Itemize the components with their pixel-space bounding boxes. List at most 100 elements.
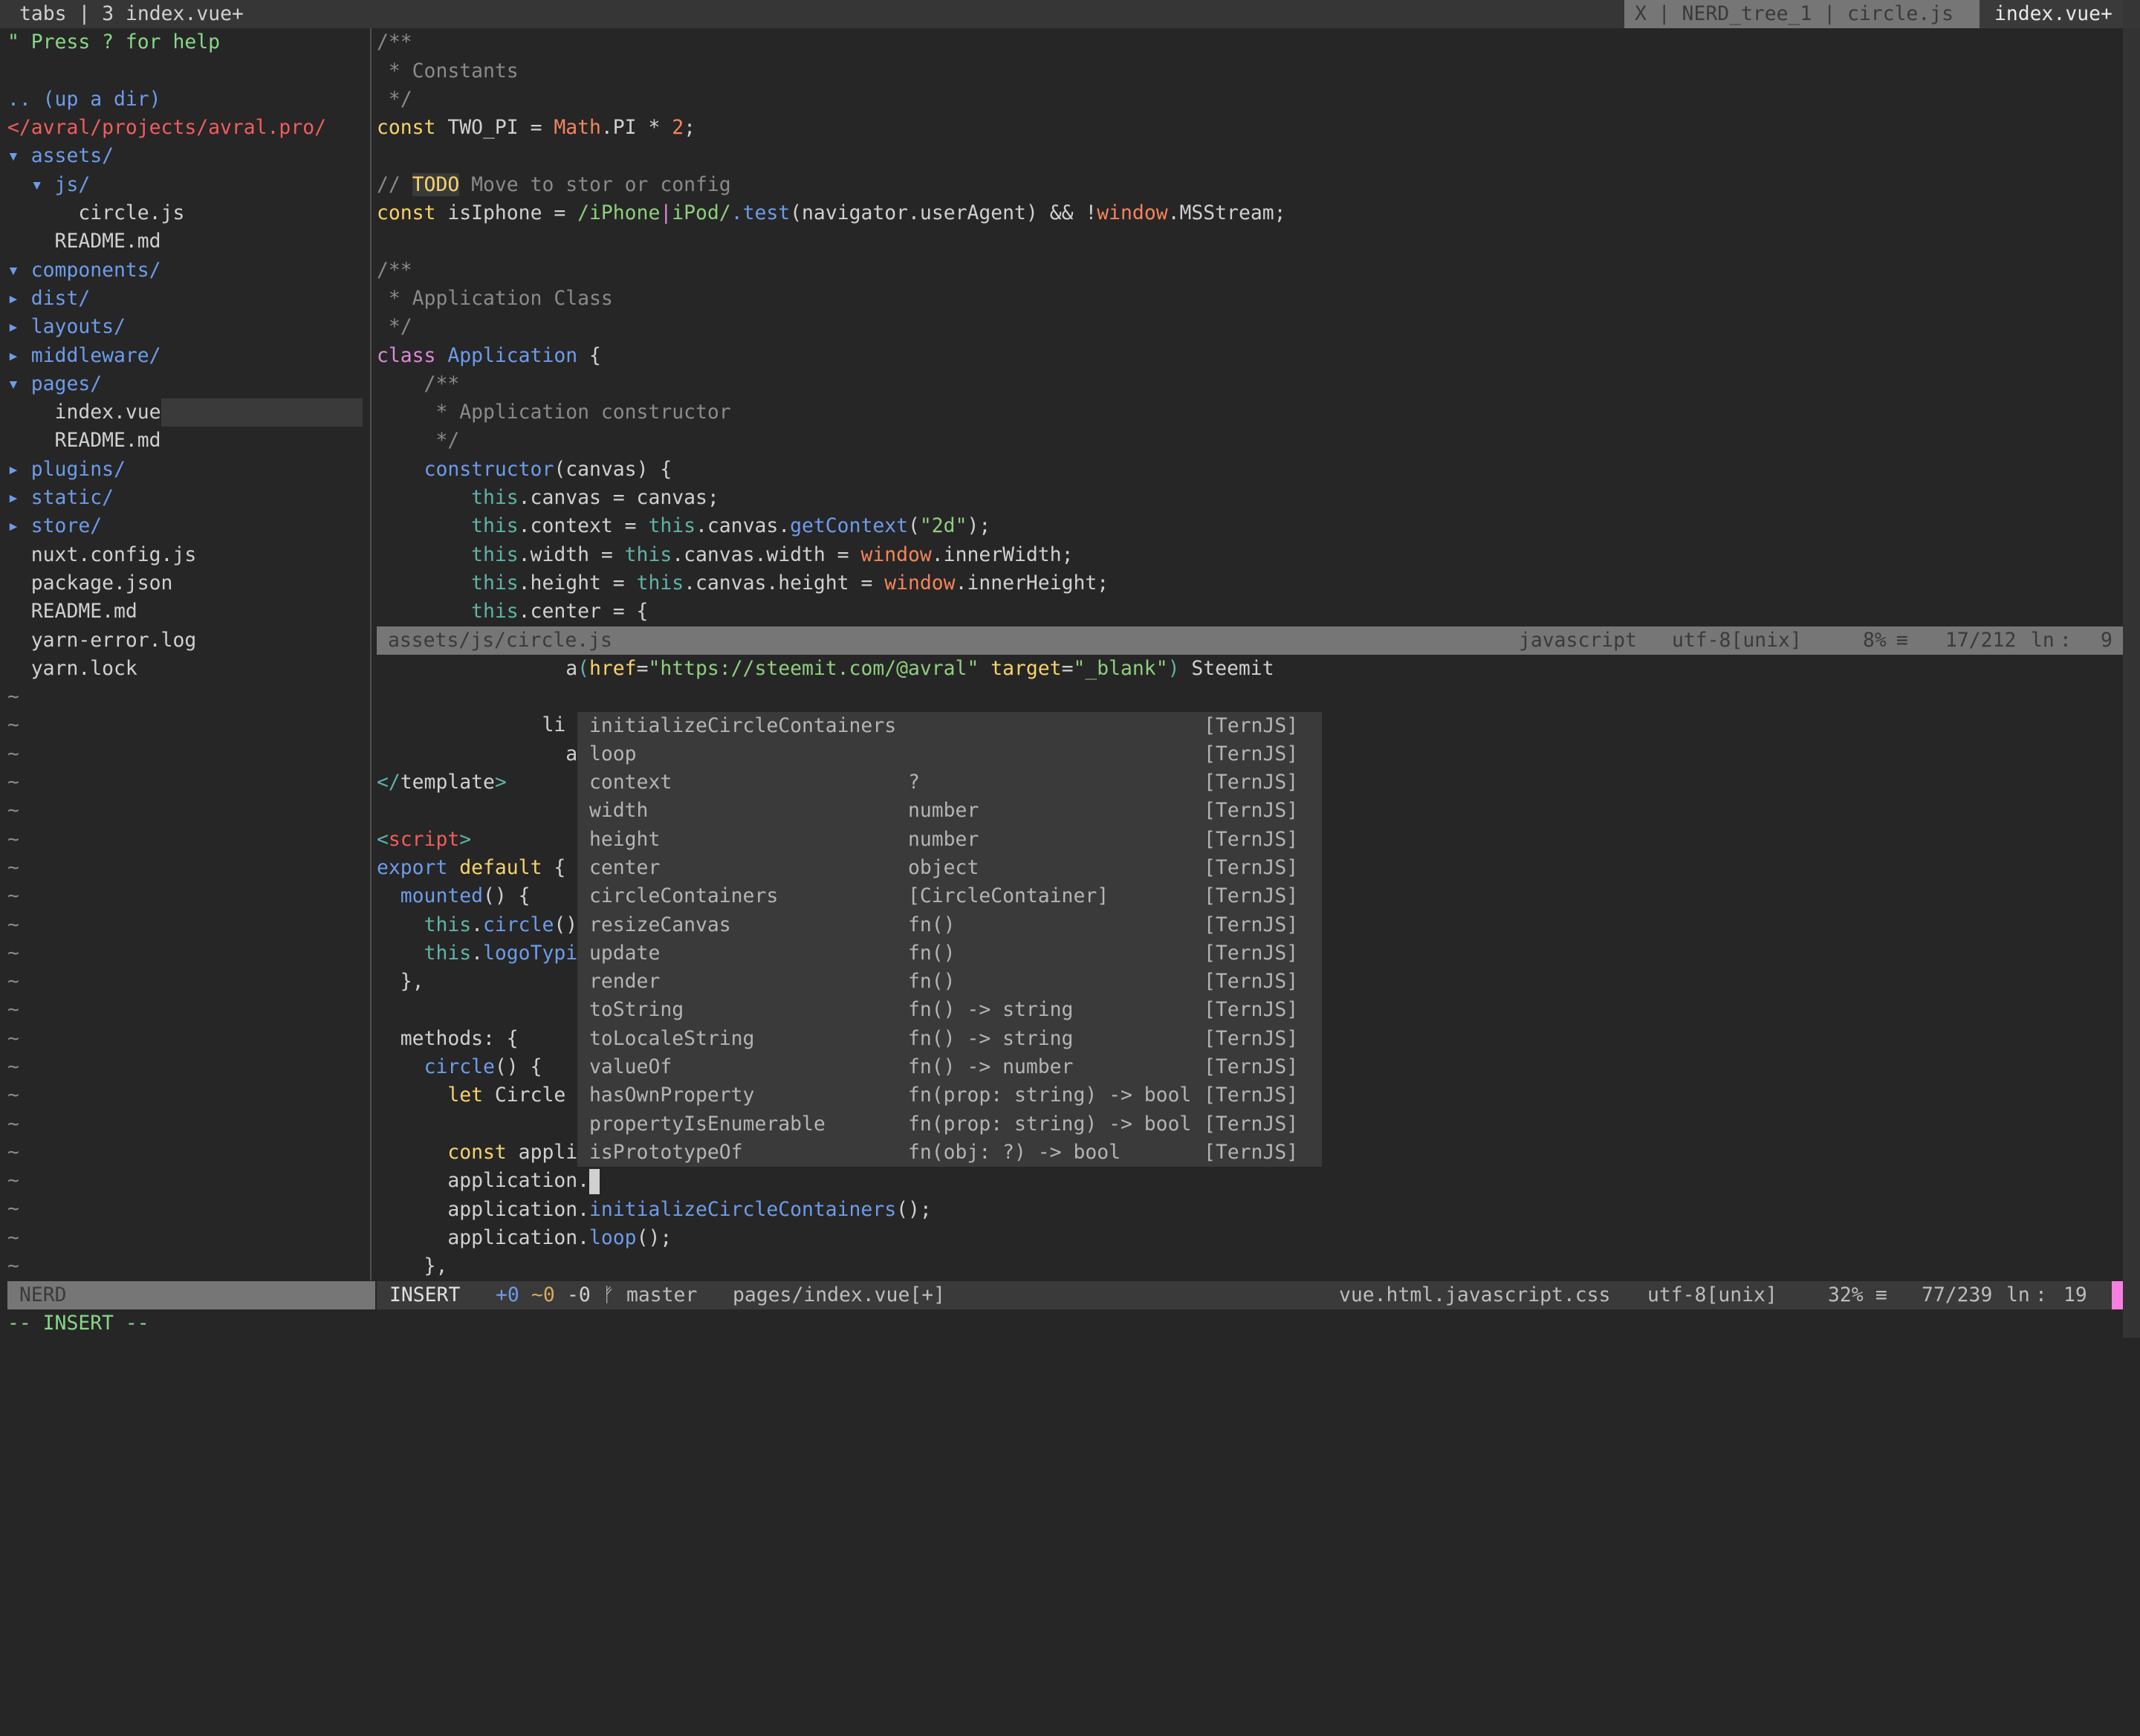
upper_window-line[interactable] (377, 142, 2123, 170)
git-removed: -0 (567, 1283, 591, 1306)
vertical-split-divider[interactable] (370, 28, 372, 1281)
upper_window-line[interactable]: this.context = this.canvas.getContext("2… (377, 512, 2123, 540)
lower_window-line[interactable] (377, 683, 2123, 711)
completion-item[interactable]: update fn() [TernJS] (577, 939, 1322, 968)
completion-item[interactable]: toString fn() -> string [TernJS] (577, 996, 1322, 1024)
lower_window-line[interactable]: application.initializeCircleContainers()… (377, 1196, 2123, 1224)
tab-active[interactable]: index.vue+ (1980, 0, 2123, 29)
lower_window-line[interactable]: application. (377, 1167, 2123, 1195)
nerdtree-line[interactable]: ▸ store/ (7, 512, 370, 540)
nerdtree-line[interactable] (7, 57, 370, 85)
empty-line-marker[interactable]: ~ (7, 1025, 370, 1053)
tab-inactive[interactable]: X | NERD_tree_1 | circle.js (1624, 0, 1980, 29)
completion-name: circleContainers (589, 884, 779, 908)
nerdtree-line[interactable]: ▸ dist/ (7, 285, 370, 313)
empty-line-marker[interactable]: ~ (7, 683, 370, 711)
editor-window-circle-js[interactable]: /** * Constants */ const TWO_PI = Math.PI… (377, 28, 2123, 626)
upper_window-line[interactable]: /** (377, 370, 2123, 398)
nerdtree-line[interactable]: ▾ components/ (7, 256, 370, 285)
nerdtree-line[interactable]: ▸ layouts/ (7, 313, 370, 341)
completion-item[interactable]: render fn() [TernJS] (577, 968, 1322, 996)
nerdtree-line[interactable]: README.md (7, 427, 370, 455)
upper_window-line[interactable]: const TWO_PI = Math.PI * 2; (377, 114, 2123, 142)
empty-line-marker[interactable]: ~ (7, 1110, 370, 1139)
completion-item[interactable]: center object [TernJS] (577, 854, 1322, 882)
upper_window-line[interactable]: /** (377, 256, 2123, 285)
nerdtree-line[interactable]: ▸ plugins/ (7, 456, 370, 484)
completion-item[interactable]: isPrototypeOf fn(obj: ?) -> bool [TernJS] (577, 1139, 1322, 1167)
lower_window-line[interactable]: application.loop(); (377, 1224, 2123, 1252)
upper_window-line[interactable]: * Constants (377, 57, 2123, 85)
empty-line-marker[interactable]: ~ (7, 996, 370, 1024)
completion-item[interactable]: initializeCircleContainers [TernJS] (577, 712, 1322, 740)
nerdtree-line[interactable]: ▸ middleware/ (7, 342, 370, 370)
upper_window-line[interactable]: this.center = { (377, 597, 2123, 626)
empty-line-marker[interactable]: ~ (7, 1053, 370, 1081)
upper_window-line[interactable]: */ (377, 85, 2123, 114)
empty-line-marker[interactable]: ~ (7, 911, 370, 939)
nerdtree-line[interactable]: " Press ? for help (7, 28, 370, 56)
code-token: (); (896, 1197, 932, 1221)
nerdtree-line[interactable]: ▾ js/ (7, 171, 370, 199)
completion-item[interactable]: toLocaleString fn() -> string [TernJS] (577, 1025, 1322, 1053)
nerdtree-pane[interactable]: " Press ? for help .. (up a dir) </avral/p… (7, 28, 370, 1280)
completion-popup[interactable]: initializeCircleContainers [TernJS] loop [T… (577, 711, 1322, 1167)
empty-line-marker[interactable]: ~ (7, 968, 370, 996)
upper_window-line[interactable]: this.canvas = canvas; (377, 484, 2123, 512)
empty-line-marker[interactable]: ~ (7, 1224, 370, 1252)
empty-line-marker[interactable]: ~ (7, 826, 370, 854)
upper_window-line[interactable]: */ (377, 313, 2123, 341)
completion-item[interactable]: loop [TernJS] (577, 740, 1322, 768)
completion-item[interactable]: circleContainers [CircleContainer] [TernJS… (577, 882, 1322, 910)
completion-item[interactable]: propertyIsEnumerable fn(prop: string) -> … (577, 1110, 1322, 1139)
nerdtree-line[interactable]: index.vue (7, 398, 370, 427)
empty-line-marker[interactable]: ~ (7, 1252, 370, 1280)
empty-line-marker[interactable]: ~ (7, 939, 370, 968)
completion-item[interactable]: width number [TernJS] (577, 797, 1322, 825)
status-ln: ln (2031, 628, 2055, 652)
empty-line-marker[interactable]: ~ (7, 1167, 370, 1195)
completion-item[interactable]: hasOwnProperty fn(prop: string) -> bool [T… (577, 1081, 1322, 1110)
upper_window-line[interactable]: this.height = this.canvas.height = windo… (377, 569, 2123, 597)
completion-item[interactable]: resizeCanvas fn() [TernJS] (577, 911, 1322, 939)
upper_window-line[interactable]: // TODO Move to stor or config (377, 171, 2123, 199)
nerdtree-line[interactable]: README.md (7, 227, 370, 256)
lower_window-line[interactable]: }, (377, 1252, 2123, 1280)
upper_window-line[interactable]: this.width = this.canvas.width = window.… (377, 541, 2123, 569)
upper_window-line[interactable]: constructor(canvas) { (377, 456, 2123, 484)
empty-line-marker[interactable]: ~ (7, 1081, 370, 1110)
nerdtree-line[interactable]: </avral/projects/avral.pro/ (7, 114, 370, 142)
empty-line-marker[interactable]: ~ (7, 1139, 370, 1167)
upper_window-line[interactable] (377, 227, 2123, 256)
upper_window-line[interactable]: const isIphone = /iPhone|iPod/.test(navi… (377, 199, 2123, 227)
empty-line-marker[interactable]: ~ (7, 711, 370, 739)
empty-line-marker[interactable]: ~ (7, 854, 370, 882)
nerdtree-line[interactable]: yarn-error.log (7, 626, 370, 655)
nerdtree-line[interactable]: ▸ static/ (7, 484, 370, 512)
completion-item[interactable]: context? [TernJS] (577, 768, 1322, 797)
empty-line-marker[interactable]: ~ (7, 1195, 370, 1223)
command-line[interactable]: -- INSERT -- (7, 1309, 149, 1338)
empty-line-marker[interactable]: ~ (7, 768, 370, 797)
upper_window-line[interactable]: * Application Class (377, 285, 2123, 313)
tilde-marker: ~ (7, 799, 19, 823)
nerdtree-line[interactable]: circle.js (7, 199, 370, 227)
upper_window-line[interactable]: */ (377, 427, 2123, 455)
upper_window-line[interactable]: class Application { (377, 342, 2123, 370)
completion-item[interactable]: valueOf fn() -> number [TernJS] (577, 1053, 1322, 1081)
nerdtree-line[interactable]: nuxt.config.js (7, 541, 370, 569)
nerdtree-line[interactable]: README.md (7, 597, 370, 626)
nerdtree-line[interactable]: .. (up a dir) (7, 85, 370, 114)
nerdtree-line[interactable]: ▾ assets/ (7, 142, 370, 170)
nerdtree-line[interactable]: yarn.lock (7, 655, 370, 683)
nerdtree-line[interactable]: ▾ pages/ (7, 370, 370, 398)
empty-line-marker[interactable]: ~ (7, 740, 370, 768)
completion-item[interactable]: height number [TernJS] (577, 826, 1322, 854)
nerdtree-line[interactable]: package.json (7, 569, 370, 597)
empty-line-marker[interactable]: ~ (7, 797, 370, 825)
upper_window-line[interactable]: * Application constructor (377, 398, 2123, 427)
empty-line-marker[interactable]: ~ (7, 882, 370, 910)
upper_window-line[interactable]: /** (377, 28, 2123, 56)
lower_window-line[interactable]: a(href="https://steemit.com/@avral" targ… (377, 655, 2123, 683)
